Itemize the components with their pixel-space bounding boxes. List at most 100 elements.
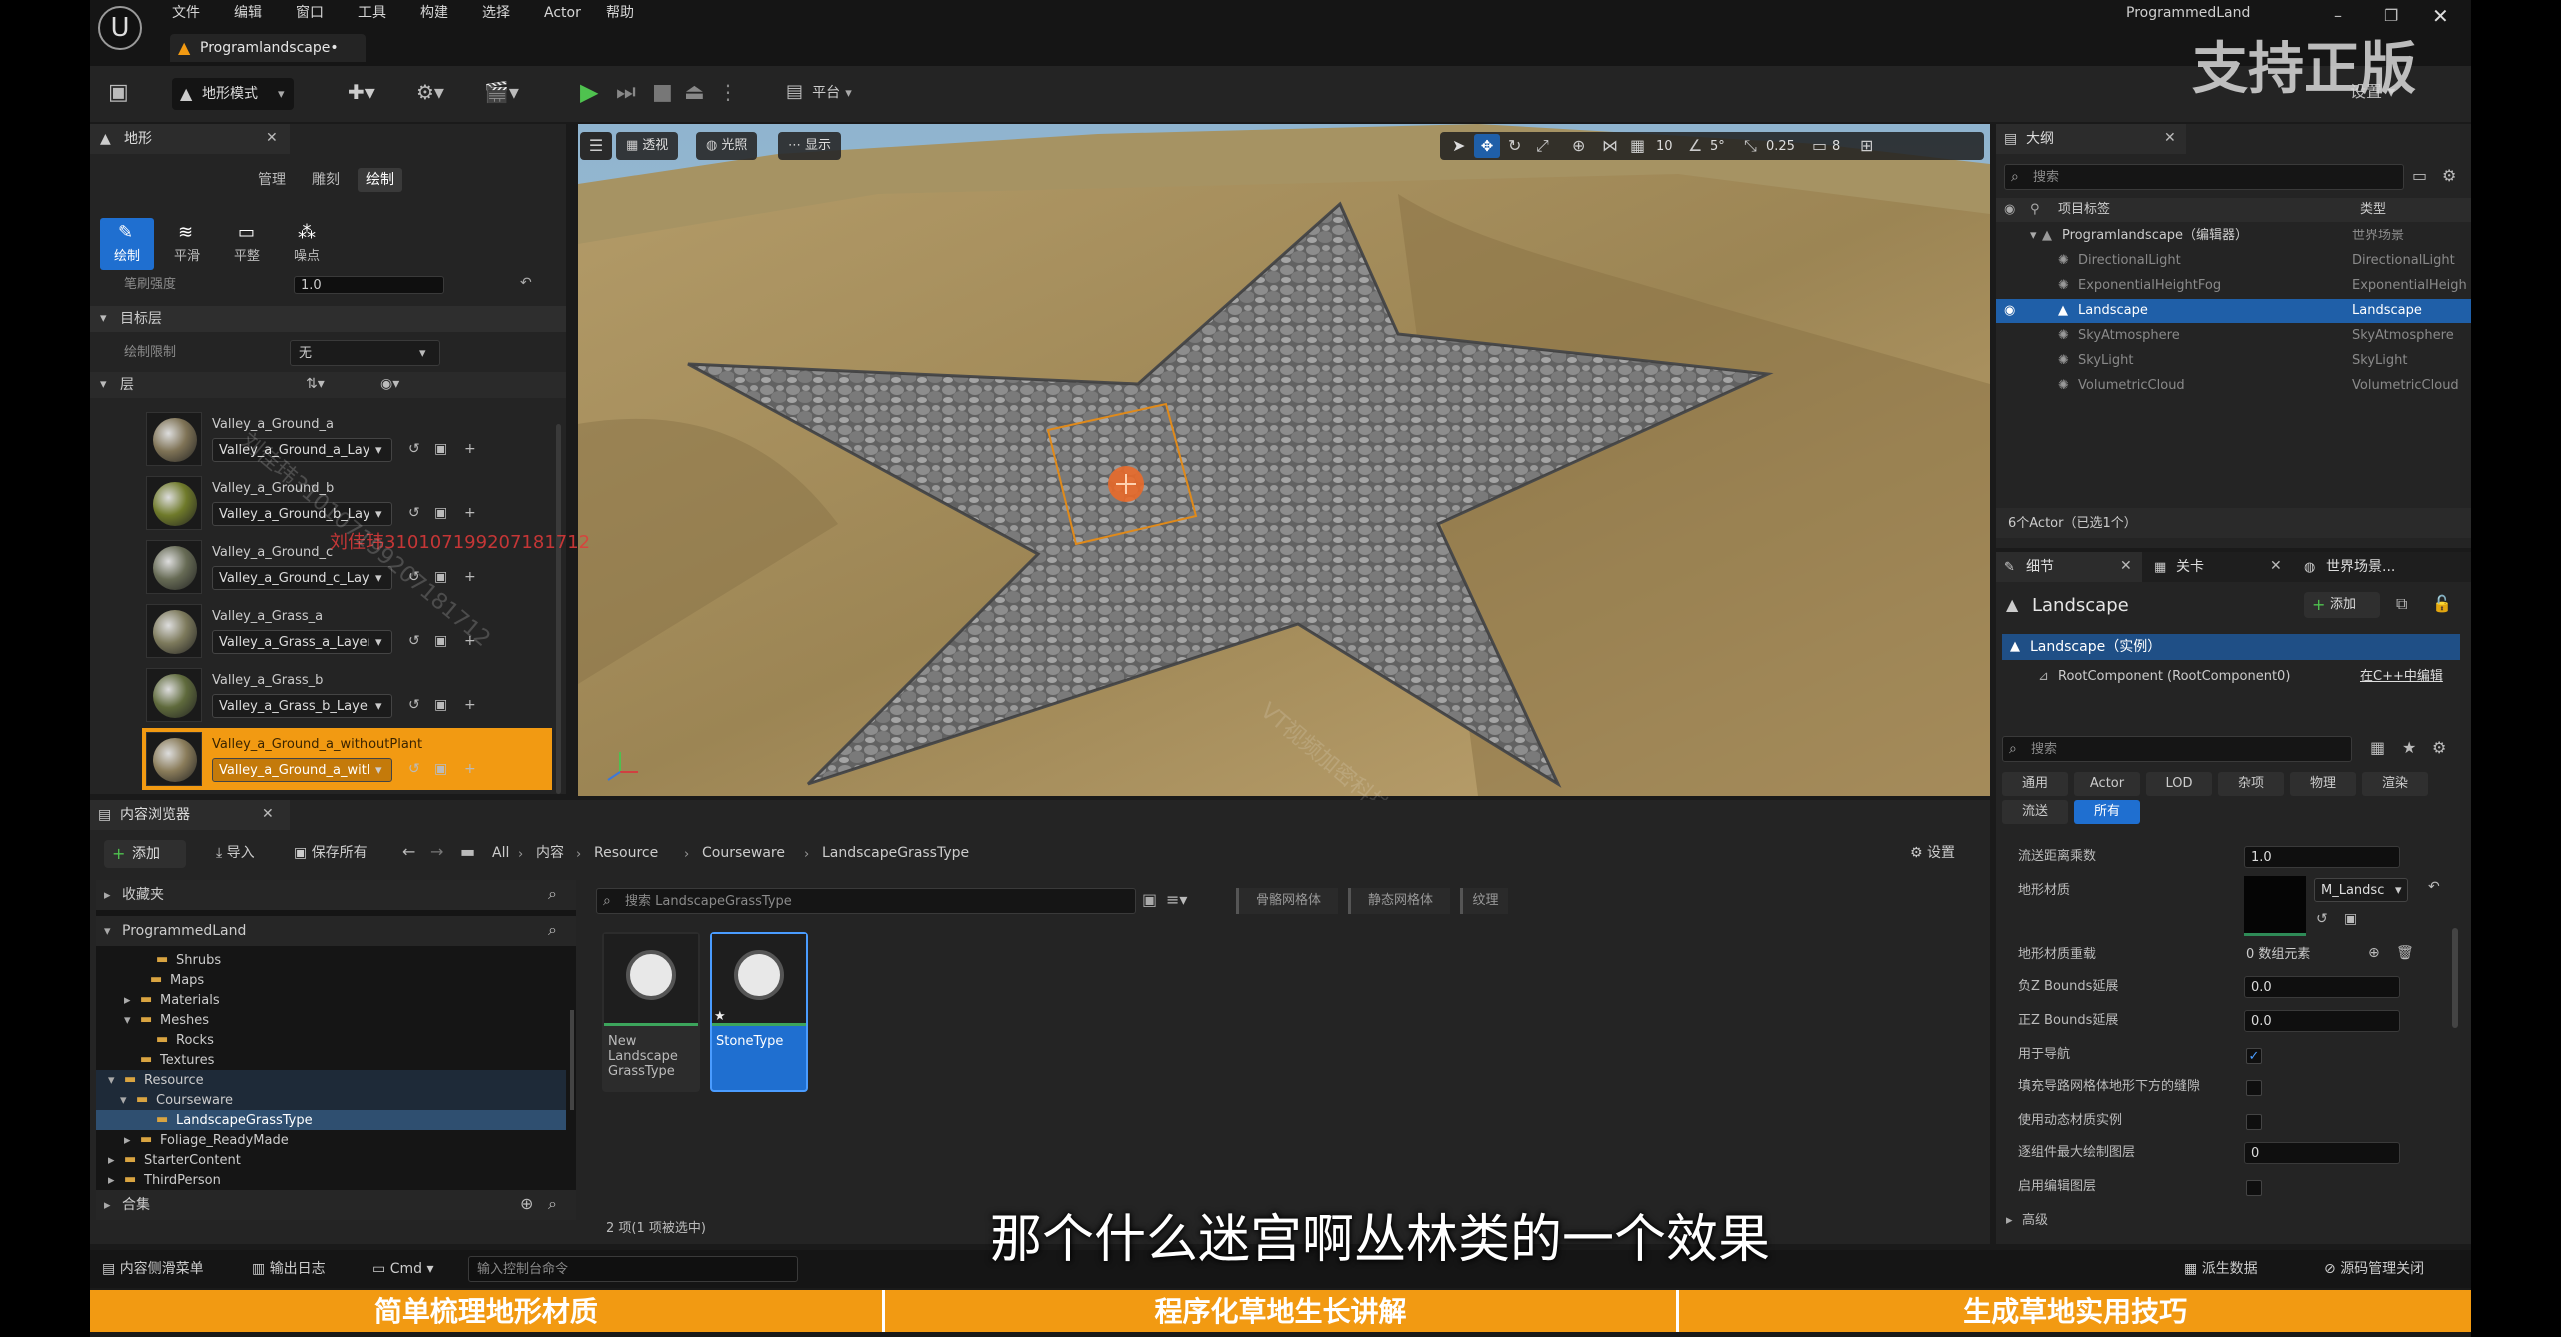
play-icon[interactable]: ▶	[580, 80, 598, 104]
select-icon[interactable]: ➤	[1452, 138, 1465, 154]
reset-icon[interactable]: ↺	[408, 762, 420, 776]
property-field[interactable]: 0.0	[2244, 976, 2400, 998]
sort-icon[interactable]: ⇅▾	[306, 377, 325, 391]
property-checkbox[interactable]	[2246, 1180, 2262, 1196]
grid-size[interactable]: 10	[1656, 140, 1673, 153]
add-icon[interactable]: +	[464, 698, 476, 712]
details-tab-level[interactable]: ▦ 关卡 ✕	[2146, 552, 2292, 582]
expand-icon[interactable]: ▸	[108, 1174, 115, 1187]
angle-snap[interactable]: 5°	[1710, 140, 1725, 153]
layers-scrollbar[interactable]	[556, 424, 561, 794]
content-browser-tab[interactable]: ▤ 内容浏览器 ✕	[90, 800, 290, 830]
reset-icon[interactable]: ↶	[2428, 880, 2440, 894]
outliner-row[interactable]: ◉ ▲ Landscape Landscape	[1996, 299, 2471, 323]
tool-paint[interactable]: ✎ 绘制	[100, 218, 154, 270]
outliner-row[interactable]: ▾ ▲ Programlandscape（编辑器） 世界场景	[1996, 224, 2471, 248]
close-icon[interactable]: ✕	[2164, 131, 2176, 145]
expand-icon[interactable]: ▸	[124, 994, 131, 1007]
close-icon[interactable]: ✕	[2270, 559, 2282, 573]
reset-icon[interactable]: ↺	[408, 506, 420, 520]
output-log-button[interactable]: ▥ 输出日志	[252, 1262, 326, 1276]
reset-icon[interactable]: ↺	[408, 634, 420, 648]
layer-row[interactable]: Valley_a_Ground_a Valley_a_Ground_a_Layer…	[142, 408, 552, 470]
unreal-logo[interactable]: U	[98, 6, 142, 50]
collections-header[interactable]: ▸ 合集 ⊕ ⌕	[96, 1190, 576, 1220]
tab-paint[interactable]: 绘制	[358, 168, 402, 192]
cmd-button[interactable]: ▭ Cmd ▾	[372, 1262, 433, 1276]
folder-item[interactable]: ▸ ▬ Foliage_ReadyMade	[96, 1130, 566, 1150]
camera-speed-icon[interactable]: ▭	[1812, 138, 1827, 154]
menu-item[interactable]: 构建	[420, 6, 448, 20]
details-search[interactable]: ⌕ 搜索	[2002, 736, 2352, 762]
paint-limit-dropdown[interactable]: 无 ▾	[290, 340, 440, 366]
settings-button[interactable]: ⚙ 设置	[1910, 846, 1955, 860]
back-icon[interactable]: ←	[402, 844, 415, 860]
eye-icon[interactable]: ◉	[2004, 203, 2015, 216]
reset-icon[interactable]: ↶	[520, 276, 532, 290]
scale-snap-icon[interactable]: ⤡	[1744, 138, 1757, 154]
property-field[interactable]: 0	[2244, 1142, 2400, 1164]
level-tab[interactable]: ▲ Programlandscape•	[170, 34, 366, 62]
tool-flatten[interactable]: ▭ 平整	[220, 218, 274, 270]
outliner-search[interactable]: ⌕ 搜索	[2004, 164, 2404, 190]
more-icon[interactable]: ⋮	[718, 82, 738, 102]
platform-button[interactable]: ▤ 平台 ▾	[786, 82, 852, 102]
angle-icon[interactable]: ∠	[1688, 138, 1702, 154]
folder-item[interactable]: ▬ Shrubs	[96, 950, 566, 970]
expand-icon[interactable]: ▸	[2006, 1214, 2013, 1227]
source-control-button[interactable]: ⊘ 源码管理关闭	[2324, 1262, 2424, 1276]
folder-item[interactable]: ▾ ▬ Meshes	[96, 1010, 566, 1030]
save-search-icon[interactable]: ▣	[1142, 892, 1157, 908]
table-view-icon[interactable]: ▦	[2370, 740, 2385, 756]
add-button[interactable]: + 添加	[104, 840, 186, 868]
save-layer-icon[interactable]: ▣	[434, 506, 447, 520]
menu-item[interactable]: 工具	[358, 6, 386, 20]
maximize-icon[interactable]: ❐	[2384, 8, 2398, 24]
folder-item[interactable]: ▸ ▬ ThirdPerson	[96, 1170, 566, 1190]
reset-icon[interactable]: ↺	[2316, 912, 2328, 926]
folder-item[interactable]: ▸ ▬ StarterContent	[96, 1150, 566, 1170]
folder-item[interactable]: ▬ Maps	[96, 970, 566, 990]
stop-icon[interactable]: ■	[652, 82, 673, 104]
hamburger-icon[interactable]: ☰	[580, 132, 612, 160]
eye-icon[interactable]: ◉	[2004, 304, 2015, 317]
add-icon[interactable]: +	[464, 762, 476, 776]
layer-info-dropdown[interactable]: Valley_a_Grass_b_Layer ▾	[212, 694, 392, 718]
breadcrumb-item[interactable]: All	[492, 846, 509, 860]
pin-icon[interactable]: ⚲	[2030, 203, 2040, 216]
asset-tile[interactable]: ★ StoneType	[710, 932, 808, 1092]
layer-row[interactable]: Valley_a_Ground_a_withoutPlant Valley_a_G…	[142, 728, 552, 790]
root-folder-header[interactable]: ▾ ProgrammedLand ⌕	[96, 916, 576, 946]
tab-manage[interactable]: 管理	[250, 168, 294, 192]
folder-item[interactable]: ▾ ▬ Resource	[96, 1070, 566, 1090]
add-content-icon[interactable]: ✚▾	[348, 82, 375, 102]
outliner-row[interactable]: ✺ VolumetricCloud VolumetricCloud	[1996, 374, 2471, 398]
search-icon[interactable]: ⌕	[548, 1196, 557, 1212]
folder-item[interactable]: ▾ ▬ Courseware	[96, 1090, 566, 1110]
import-button[interactable]: ⤓ 导入	[216, 846, 255, 860]
filter-7[interactable]: 所有	[2074, 800, 2140, 824]
asset-filter-chip[interactable]: 静态网格体	[1348, 888, 1450, 914]
layers-header[interactable]: ▾ 层 ⇅▾ ◉▾	[90, 372, 566, 398]
eject-icon[interactable]: ⏏	[684, 82, 705, 104]
outliner-tab[interactable]: ▤ 大纲 ✕	[1996, 124, 2186, 154]
mode-selector[interactable]: ▲ 地形模式 ▾	[172, 78, 294, 110]
camera-speed[interactable]: 8	[1832, 140, 1840, 153]
filter-3[interactable]: 杂项	[2218, 772, 2284, 796]
folder-item[interactable]: ▬ Textures	[96, 1050, 566, 1070]
save-layer-icon[interactable]: ▣	[434, 570, 447, 584]
folder-item[interactable]: ▬ LandscapeGrassType	[96, 1110, 566, 1130]
close-icon[interactable]: ✕	[2120, 559, 2132, 573]
save-all-button[interactable]: ▣ 保存所有	[294, 846, 368, 860]
filter-6[interactable]: 流送	[2002, 800, 2068, 824]
menu-item[interactable]: 窗口	[296, 6, 324, 20]
menu-item[interactable]: 编辑	[234, 6, 262, 20]
save-icon[interactable]: ▣	[108, 82, 129, 104]
property-checkbox[interactable]: ✓	[2246, 1048, 2262, 1064]
blueprint-icon[interactable]: ⧉	[2396, 596, 2407, 612]
viewport-button-lit[interactable]: ◍ 光照	[696, 132, 758, 160]
add-icon[interactable]: +	[464, 442, 476, 456]
blueprint-icon[interactable]: ⚙▾	[416, 82, 444, 102]
expand-icon[interactable]: ▸	[124, 1134, 131, 1147]
viewport-button-show[interactable]: ⋯ 显示	[778, 132, 842, 160]
